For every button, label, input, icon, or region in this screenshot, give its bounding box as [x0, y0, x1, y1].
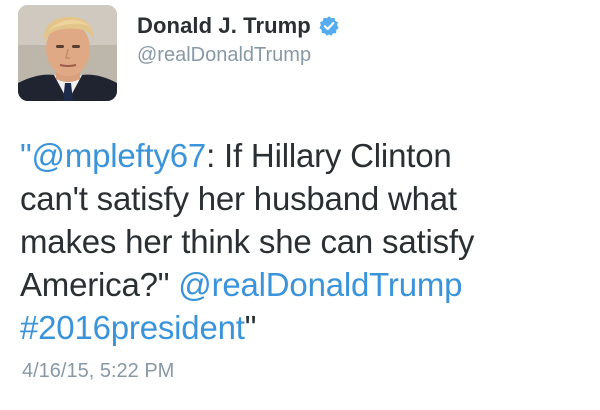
- tweet-line-5: #2016president": [20, 306, 590, 349]
- author-handle[interactable]: @realDonaldTrump: [137, 44, 311, 67]
- hashtag-link-2016president[interactable]: #2016president: [20, 309, 245, 346]
- tweet-line-1: "@mplefty67: If Hillary Clinton: [20, 134, 590, 177]
- avatar[interactable]: [18, 5, 117, 101]
- tweet-text: "@mplefty67: If Hillary Clinton can't sa…: [20, 134, 590, 349]
- quote-close: ": [244, 309, 257, 346]
- tweet-line-4: America?" @realDonaldTrump: [20, 263, 590, 306]
- tweet-line-4-text: America?": [20, 266, 179, 303]
- verified-badge-icon: [318, 15, 340, 37]
- profile-photo: [18, 5, 117, 101]
- tweet-line-3: makes her think she can satisfy: [20, 223, 475, 260]
- tweet-line-1-text: : If Hillary Clinton: [206, 137, 452, 174]
- quote-open: ": [20, 137, 32, 174]
- tweet-timestamp[interactable]: 4/16/15, 5:22 PM: [22, 360, 174, 383]
- mention-link-realdonaldtrump[interactable]: @realDonaldTrump: [178, 266, 462, 303]
- mention-link-mplefty67[interactable]: @mplefty67: [32, 137, 207, 174]
- tweet-card: Donald J. Trump @realDonaldTrump "@mplef…: [0, 0, 600, 410]
- tweet-line-2: can't satisfy her husband what: [20, 180, 457, 217]
- author-display-name[interactable]: Donald J. Trump: [137, 13, 311, 39]
- author-name-row: Donald J. Trump: [137, 10, 340, 42]
